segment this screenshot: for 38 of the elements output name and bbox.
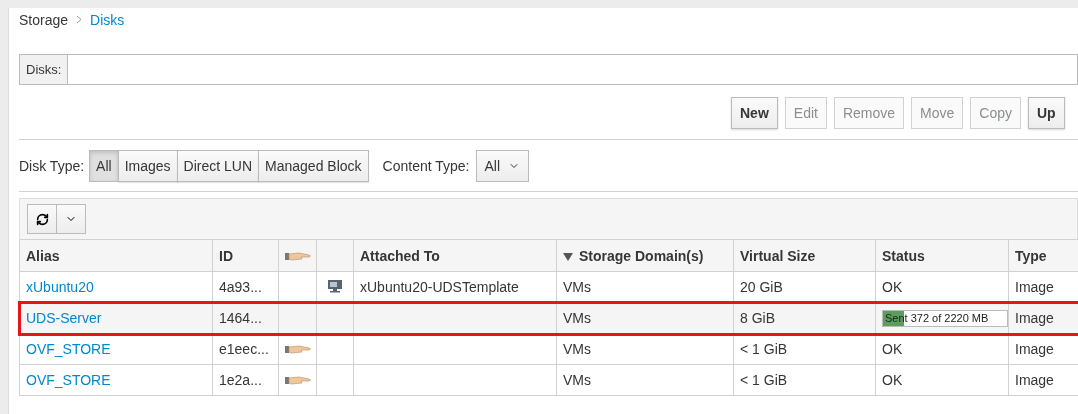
- breadcrumb-item: Storage: [19, 12, 69, 28]
- table-cell: OK: [875, 364, 1009, 396]
- chevron-icon: [76, 14, 83, 26]
- table-cell: < 1 GiB: [733, 364, 876, 396]
- table-cell: VMs: [556, 333, 734, 365]
- alias-link[interactable]: xUbuntu20: [26, 279, 94, 295]
- table-cell: < 1 GiB: [733, 333, 876, 365]
- filter-toggle[interactable]: Images: [117, 150, 178, 182]
- filter-label: Content Type:: [382, 158, 470, 174]
- column-header[interactable]: Storage Domain(s): [556, 239, 734, 272]
- table-row[interactable]: OVF_STORE 1e2a... VMs < 1 GiB OK Image: [19, 364, 1078, 396]
- refresh-icon: [35, 212, 49, 226]
- monitor-icon: [327, 278, 343, 293]
- column-header[interactable]: Type: [1008, 239, 1078, 272]
- table-cell: VMs: [556, 364, 734, 396]
- breadcrumb-item[interactable]: Disks: [90, 12, 125, 28]
- filter-label: Disk Type:: [19, 158, 85, 174]
- hand-icon: [285, 375, 313, 385]
- alias-link[interactable]: UDS-Server: [26, 310, 102, 326]
- search-field[interactable]: Disks:: [19, 54, 1078, 85]
- filter-toggle[interactable]: All: [89, 150, 119, 182]
- action-button[interactable]: New: [731, 97, 778, 129]
- column-header[interactable]: Attached To: [353, 239, 557, 272]
- column-header[interactable]: Virtual Size: [733, 239, 876, 272]
- sort-icon: [563, 252, 573, 261]
- content-type-dropdown[interactable]: All: [475, 150, 530, 182]
- refresh-button[interactable]: [27, 204, 57, 234]
- table-cell: 1e2a...: [212, 364, 279, 396]
- table-cell: OK: [875, 333, 1009, 365]
- action-button[interactable]: Up: [1028, 97, 1065, 129]
- table-cell: e1eec...: [212, 333, 279, 365]
- hand-icon: [285, 250, 313, 261]
- hand-icon: [285, 344, 313, 354]
- column-header[interactable]: ID: [212, 239, 279, 272]
- filter-toggle[interactable]: Managed Block: [258, 150, 369, 182]
- column-header[interactable]: Alias: [19, 239, 213, 272]
- column-header[interactable]: Status: [875, 239, 1009, 272]
- filter-toggle[interactable]: Direct LUN: [176, 150, 260, 182]
